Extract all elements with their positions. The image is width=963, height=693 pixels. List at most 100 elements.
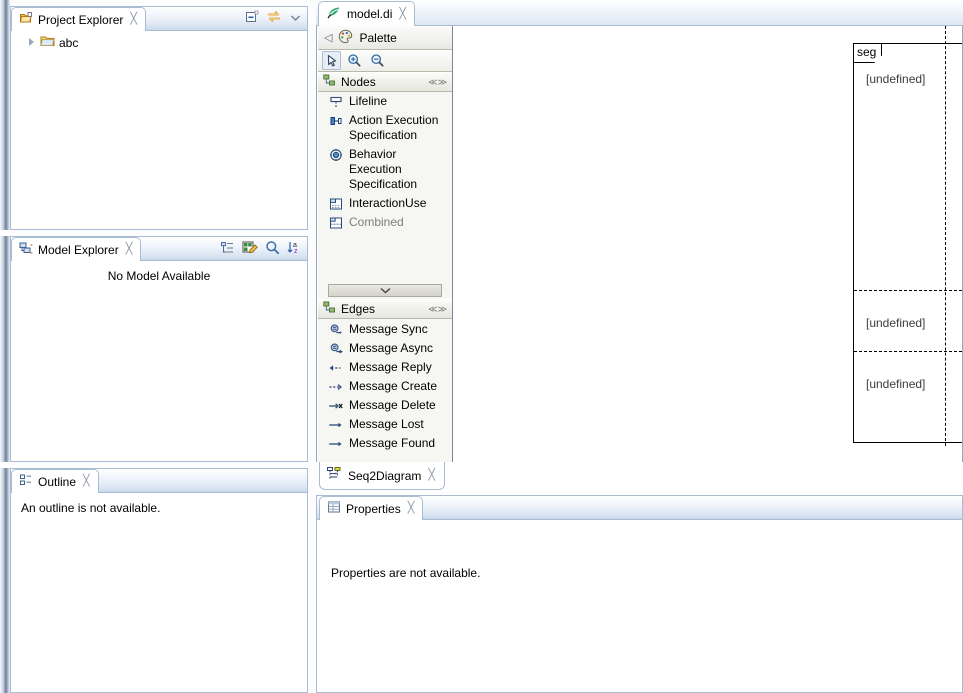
editor-content: ◁ Palette <box>316 26 963 491</box>
project-explorer-body: abc <box>11 31 307 229</box>
close-icon[interactable]: ╳ <box>408 503 415 514</box>
palette-scroll-down-button[interactable] <box>328 284 442 297</box>
pin-drawer-icon[interactable]: ≪≫ <box>428 304 447 315</box>
model-explorer-body: No Model Available <box>11 261 307 461</box>
behavior-execution-icon <box>328 147 344 162</box>
diagram-canvas[interactable]: seg [undefined] [undefined] [undefined] <box>453 26 962 475</box>
edge-gap-1 <box>0 230 10 236</box>
palette-item-label: Action Execution Specification <box>349 113 448 143</box>
chevron-right-icon[interactable] <box>27 38 36 47</box>
model-explorer-tab-label: Model Explorer <box>38 243 119 257</box>
palette-item-label: Combined <box>349 215 448 230</box>
palette-item-behavior-execution-specification[interactable]: Behavior Execution Specification <box>318 145 452 194</box>
drawer-label: Nodes <box>341 75 423 89</box>
fragment-operator-tag[interactable]: seg <box>854 44 882 63</box>
edit-filters-icon[interactable] <box>242 240 258 258</box>
palette-drawer-nodes[interactable]: Nodes ≪≫ <box>318 72 452 92</box>
diagram-canvas-wrap: seg [undefined] [undefined] [undefined] … <box>453 26 962 490</box>
tab-outline[interactable]: Outline ╳ <box>11 469 99 493</box>
drawer-icon <box>323 301 336 317</box>
tab-seq2diagram[interactable]: Seq2Diagram ╳ <box>319 462 445 490</box>
select-tool[interactable] <box>322 51 341 70</box>
tab-project-explorer[interactable]: Project Explorer ╳ <box>11 7 146 31</box>
close-icon[interactable]: ╳ <box>130 14 137 25</box>
message-found-icon <box>328 436 344 451</box>
properties-view: Properties ╳ Properties are not availabl… <box>316 495 963 693</box>
properties-tab-label: Properties <box>346 502 401 516</box>
palette-item-message-sync[interactable]: Message Sync <box>318 320 452 339</box>
bottom-tab-label: Seq2Diagram <box>348 469 421 483</box>
collapse-all-icon[interactable] <box>244 10 259 28</box>
outline-icon <box>19 473 33 490</box>
zoom-out-tool[interactable] <box>368 51 387 70</box>
properties-icon <box>327 500 341 517</box>
palette-item-label: Behavior Execution Specification <box>349 147 448 192</box>
zoom-in-tool[interactable] <box>345 51 364 70</box>
view-menu-icon[interactable] <box>289 11 302 27</box>
message-reply-icon <box>328 360 344 375</box>
tree-item-abc[interactable]: abc <box>11 31 307 54</box>
edge-gap-2 <box>0 462 10 468</box>
tab-model-explorer[interactable]: Model Explorer ╳ <box>11 237 141 261</box>
palette-item-combined[interactable]: Combined <box>318 213 452 232</box>
palette-item-label: Message Delete <box>349 398 448 413</box>
outline-tab-label: Outline <box>38 475 76 489</box>
properties-body: Properties are not available. <box>317 520 962 692</box>
chevron-down-icon <box>380 287 391 294</box>
close-icon[interactable]: ╳ <box>83 476 90 487</box>
operand-separator-1 <box>854 290 962 291</box>
operand-label-2[interactable]: [undefined] <box>866 316 925 330</box>
message-create-icon <box>328 379 344 394</box>
palette: ◁ Palette <box>318 26 453 490</box>
palette-item-label: Message Sync <box>349 322 448 337</box>
link-with-editor-icon[interactable] <box>266 10 282 28</box>
drawer-icon <box>323 74 336 90</box>
palette-header: ◁ Palette <box>318 26 452 50</box>
close-icon[interactable]: ╳ <box>126 244 133 255</box>
editor-tabbar: model.di ╳ <box>316 0 963 26</box>
message-delete-icon <box>328 398 344 413</box>
tab-model-di[interactable]: model.di ╳ <box>318 1 415 26</box>
palette-item-message-found[interactable]: Message Found <box>318 434 452 453</box>
combined-fragment-icon <box>328 215 344 230</box>
palette-item-label: Message Create <box>349 379 448 394</box>
palette-item-lifeline[interactable]: Lifeline <box>318 92 452 111</box>
diagram-editor: model.di ╳ ◁ <box>316 0 963 491</box>
palette-item-message-async[interactable]: Message Async <box>318 339 452 358</box>
sort-alphabetical-icon[interactable]: a z <box>287 240 302 258</box>
palette-item-message-lost[interactable]: Message Lost <box>318 415 452 434</box>
tab-properties[interactable]: Properties ╳ <box>319 496 423 520</box>
palette-title: Palette <box>359 31 396 45</box>
palette-item-label: Message Found <box>349 436 448 451</box>
editor-tab-label: model.di <box>347 7 392 21</box>
drawer-label: Edges <box>341 302 423 316</box>
operand-label-3[interactable]: [undefined] <box>866 377 925 391</box>
collapse-palette-icon[interactable]: ◁ <box>324 31 332 44</box>
project-explorer-icon <box>19 11 33 28</box>
pin-drawer-icon[interactable]: ≪≫ <box>428 77 447 88</box>
palette-item-label: Message Reply <box>349 360 448 375</box>
palette-item-message-create[interactable]: Message Create <box>318 377 452 396</box>
papyrus-model-icon <box>327 6 342 23</box>
properties-message: Properties are not available. <box>317 520 962 588</box>
project-explorer-view: Project Explorer ╳ <box>10 6 308 230</box>
palette-item-action-execution-specification[interactable]: Action Execution Specification <box>318 111 452 145</box>
palette-item-interactionuse[interactable]: InteractionUse <box>318 194 452 213</box>
combined-fragment[interactable]: seg [undefined] [undefined] [undefined] <box>853 43 962 443</box>
palette-tool-row <box>318 50 452 72</box>
palette-icon <box>338 29 353 47</box>
lifeline-icon <box>328 94 344 109</box>
fragment-operator-label: seg <box>857 45 876 59</box>
palette-item-message-delete[interactable]: Message Delete <box>318 396 452 415</box>
model-explorer-tabbar: Model Explorer ╳ <box>11 237 307 261</box>
operand-label-1[interactable]: [undefined] <box>866 72 925 86</box>
search-icon[interactable] <box>265 240 280 258</box>
palette-item-message-reply[interactable]: Message Reply <box>318 358 452 377</box>
close-icon[interactable]: ╳ <box>428 470 435 481</box>
palette-item-label: Lifeline <box>349 94 448 109</box>
close-icon[interactable]: ╳ <box>399 9 406 20</box>
palette-item-label: Message Async <box>349 341 448 356</box>
show-tree-icon[interactable] <box>220 241 235 258</box>
action-execution-icon <box>328 113 344 128</box>
palette-drawer-edges[interactable]: Edges ≪≫ <box>318 299 452 319</box>
